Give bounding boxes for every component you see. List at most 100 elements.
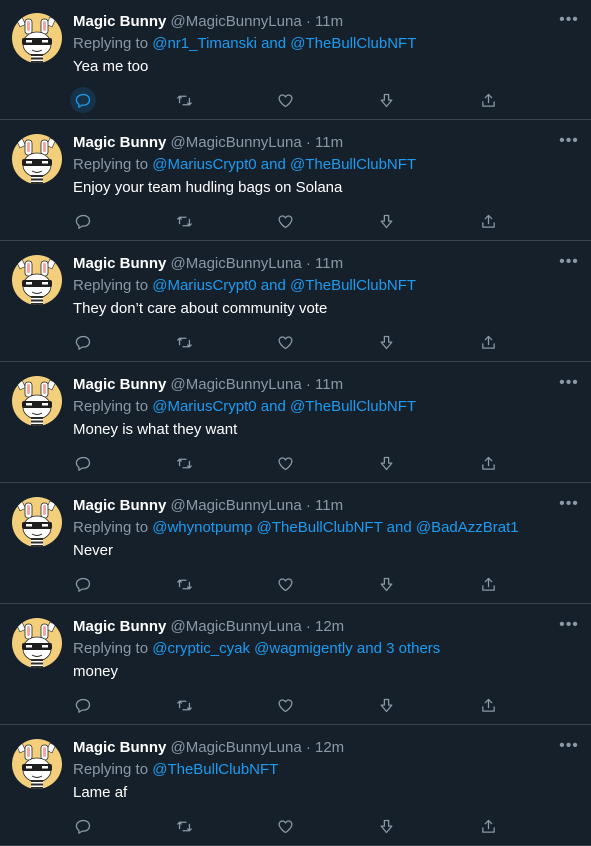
retweet-button[interactable]	[171, 208, 197, 234]
tweet[interactable]: Magic Bunny @MagicBunnyLuna · 11m ••• Re…	[0, 241, 591, 362]
share-button[interactable]	[475, 450, 501, 476]
user-handle[interactable]: @MagicBunnyLuna	[171, 497, 302, 514]
replying-to-label: Replying to	[73, 640, 149, 657]
bunny-avatar-icon	[16, 137, 56, 184]
share-button[interactable]	[475, 692, 501, 718]
like-button[interactable]	[272, 329, 298, 355]
share-button[interactable]	[475, 329, 501, 355]
reply-button[interactable]	[70, 329, 96, 355]
mention-links[interactable]: @MariusCrypt0 and @TheBullClubNFT	[152, 277, 416, 294]
display-name[interactable]: Magic Bunny	[73, 134, 166, 151]
tweet-text: Never	[73, 542, 114, 559]
avatar[interactable]	[12, 13, 62, 63]
avatar[interactable]	[12, 739, 62, 789]
arrow-down-icon	[380, 819, 392, 833]
like-button[interactable]	[272, 692, 298, 718]
share-icon	[481, 456, 495, 470]
retweet-button[interactable]	[171, 329, 197, 355]
reply-button[interactable]	[70, 87, 96, 113]
tweet[interactable]: Magic Bunny @MagicBunnyLuna · 11m ••• Re…	[0, 483, 591, 604]
more-icon[interactable]: •••	[559, 496, 579, 516]
avatar[interactable]	[12, 376, 62, 426]
retweet-icon	[176, 700, 192, 710]
reply-icon	[75, 93, 90, 108]
tweet[interactable]: Magic Bunny @MagicBunnyLuna · 12m ••• Re…	[0, 604, 591, 725]
share-button[interactable]	[475, 87, 501, 113]
avatar[interactable]	[12, 497, 62, 547]
more-icon[interactable]: •••	[559, 12, 579, 32]
reply-button[interactable]	[70, 692, 96, 718]
user-handle[interactable]: @MagicBunnyLuna	[171, 376, 302, 393]
like-button[interactable]	[272, 208, 298, 234]
user-handle[interactable]: @MagicBunnyLuna	[171, 134, 302, 151]
display-name[interactable]: Magic Bunny	[73, 376, 166, 393]
more-icon[interactable]: •••	[559, 375, 579, 395]
tweet-text: money	[73, 663, 119, 680]
more-icon[interactable]: •••	[559, 738, 579, 758]
bunny-avatar-icon	[16, 742, 56, 789]
more-icon[interactable]: •••	[559, 254, 579, 274]
reply-icon	[75, 456, 90, 471]
display-name[interactable]: Magic Bunny	[73, 255, 166, 272]
vote-button[interactable]	[373, 692, 399, 718]
reply-button[interactable]	[70, 571, 96, 597]
tweet[interactable]: Magic Bunny @MagicBunnyLuna · 11m ••• Re…	[0, 362, 591, 483]
share-button[interactable]	[475, 571, 501, 597]
display-name[interactable]: Magic Bunny	[73, 739, 166, 756]
mention-links[interactable]: @nr1_Timanski and @TheBullClubNFT	[152, 35, 416, 52]
heart-icon	[277, 577, 293, 591]
mention-links[interactable]: @MariusCrypt0 and @TheBullClubNFT	[152, 156, 416, 173]
user-handle[interactable]: @MagicBunnyLuna	[171, 618, 302, 635]
avatar[interactable]	[12, 255, 62, 305]
mention-links[interactable]: @TheBullClubNFT	[152, 761, 278, 778]
share-button[interactable]	[475, 813, 501, 839]
tweet[interactable]: Magic Bunny @MagicBunnyLuna · 11m ••• Re…	[0, 120, 591, 241]
timestamp[interactable]: 11m	[315, 134, 343, 151]
display-name[interactable]: Magic Bunny	[73, 497, 166, 514]
retweet-button[interactable]	[171, 692, 197, 718]
display-name[interactable]: Magic Bunny	[73, 13, 166, 30]
avatar[interactable]	[12, 134, 62, 184]
reply-button[interactable]	[70, 208, 96, 234]
vote-button[interactable]	[373, 87, 399, 113]
timestamp[interactable]: 11m	[315, 376, 343, 393]
like-button[interactable]	[272, 813, 298, 839]
vote-button[interactable]	[373, 571, 399, 597]
more-icon[interactable]: •••	[559, 617, 579, 637]
user-handle[interactable]: @MagicBunnyLuna	[171, 739, 302, 756]
mention-links[interactable]: @MariusCrypt0 and @TheBullClubNFT	[152, 398, 416, 415]
like-button[interactable]	[272, 571, 298, 597]
reply-button[interactable]	[70, 450, 96, 476]
arrow-down-icon	[380, 456, 392, 470]
tweet[interactable]: Magic Bunny @MagicBunnyLuna · 12m ••• Re…	[0, 725, 591, 846]
reply-button[interactable]	[70, 813, 96, 839]
share-button[interactable]	[475, 208, 501, 234]
mention-links[interactable]: @cryptic_cyak @wagmigently and 3 others	[152, 640, 440, 657]
timestamp[interactable]: 12m	[315, 618, 344, 635]
avatar[interactable]	[12, 618, 62, 668]
display-name[interactable]: Magic Bunny	[73, 618, 166, 635]
vote-button[interactable]	[373, 450, 399, 476]
vote-button[interactable]	[373, 329, 399, 355]
mention-links[interactable]: @whynotpump @TheBullClubNFT and @BadAzzB…	[152, 519, 518, 536]
retweet-button[interactable]	[171, 571, 197, 597]
user-handle[interactable]: @MagicBunnyLuna	[171, 255, 302, 272]
vote-button[interactable]	[373, 813, 399, 839]
timestamp[interactable]: 11m	[315, 13, 343, 30]
timestamp[interactable]: 11m	[315, 497, 343, 514]
timestamp[interactable]: 11m	[315, 255, 343, 272]
more-icon[interactable]: •••	[559, 133, 579, 153]
like-button[interactable]	[272, 87, 298, 113]
retweet-icon	[176, 821, 192, 831]
replying-to-label: Replying to	[73, 761, 149, 778]
retweet-button[interactable]	[171, 87, 197, 113]
timestamp[interactable]: 12m	[315, 739, 344, 756]
retweet-button[interactable]	[171, 450, 197, 476]
user-handle[interactable]: @MagicBunnyLuna	[171, 13, 302, 30]
retweet-button[interactable]	[171, 813, 197, 839]
replying-to: Replying to @cryptic_cyak @wagmigently a…	[73, 639, 440, 659]
tweet[interactable]: Magic Bunny @MagicBunnyLuna · 11m ••• Re…	[0, 0, 591, 120]
vote-button[interactable]	[373, 208, 399, 234]
tweet-text: They don’t care about community vote	[73, 300, 328, 317]
like-button[interactable]	[272, 450, 298, 476]
